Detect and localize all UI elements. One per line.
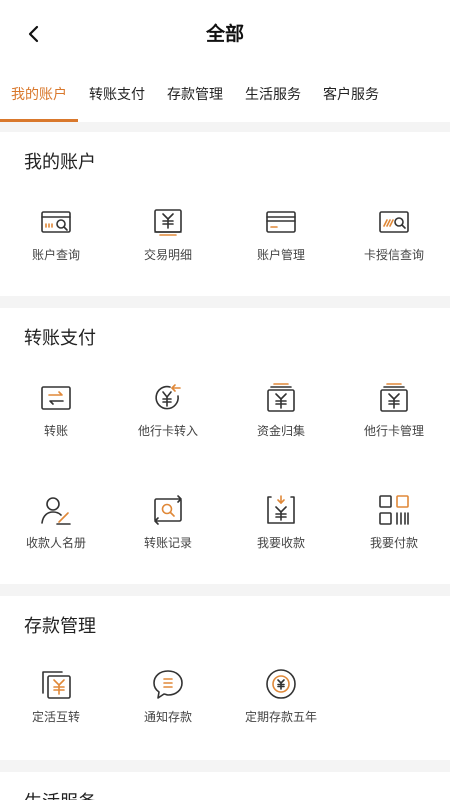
section-my-account: 我的账户 账户查询 交易明细 账户管理 卡授信查询 [0, 132, 450, 296]
five-year-deposit-icon [266, 669, 296, 699]
notice-deposit-icon [153, 670, 183, 699]
grid-item-transfer[interactable]: 转账 [0, 382, 112, 462]
grid-item-label: 他行卡转入 [137, 424, 198, 438]
section-deposit: 存款管理 定活互转 通知存款 定期存款五年 [0, 596, 450, 760]
payee-list-icon [41, 497, 71, 525]
page-title: 全部 [205, 23, 244, 45]
grid-item-fixed-current-switch[interactable]: 定活互转 [0, 668, 112, 748]
grid-item-notice-deposit[interactable]: 通知存款 [112, 668, 224, 748]
grid-item-label: 账户管理 [256, 248, 305, 262]
account-manage-icon [266, 211, 296, 233]
section-title: 存款管理 [24, 616, 96, 637]
grid-item-label: 我要收款 [256, 536, 305, 550]
grid-item-receive-money[interactable]: 我要收款 [225, 494, 337, 574]
grid-item-label: 我要付款 [369, 536, 418, 550]
grid-item-five-year-deposit[interactable]: 定期存款五年 [225, 668, 337, 748]
grid-item-label: 收款人名册 [25, 536, 86, 550]
section-transfer: 转账支付 转账 他行卡转入 资金归集 他行卡管理 收款人名册 转账记录 我要收款… [0, 308, 450, 584]
grid-item-label: 定期存款五年 [244, 710, 317, 724]
grid-item-label: 资金归集 [256, 424, 305, 438]
grid-item-card-credit-query[interactable]: 卡授信查询 [338, 206, 450, 286]
grid-item-label: 定活互转 [31, 710, 80, 724]
grid-item-account-query[interactable]: 账户查询 [0, 206, 112, 286]
top-bar: 全部 [0, 0, 450, 66]
fixed-current-switch-icon [42, 671, 71, 699]
card-credit-query-icon [379, 211, 409, 233]
section-life-service: 生活服务 [0, 772, 450, 800]
other-bank-card-manage-icon [380, 383, 408, 412]
grid-item-label: 转账记录 [143, 536, 192, 550]
grid-item-transaction-detail[interactable]: 交易明细 [112, 206, 224, 286]
tab-deposit[interactable]: 存款管理 [156, 66, 234, 122]
section-title: 生活服务 [24, 788, 96, 800]
grid-item-other-bank-card-manage[interactable]: 他行卡管理 [338, 382, 450, 462]
grid-item-account-manage[interactable]: 账户管理 [225, 206, 337, 286]
grid-item-payee-list[interactable]: 收款人名册 [0, 494, 112, 574]
tab-customer-service[interactable]: 客户服务 [312, 66, 390, 122]
account-query-icon [41, 211, 71, 233]
grid-item-label: 交易明细 [143, 248, 192, 262]
fund-collection-icon [267, 383, 295, 412]
transfer-record-icon [154, 495, 182, 525]
grid-item-other-bank-transfer-in[interactable]: 他行卡转入 [112, 382, 224, 462]
section-title: 转账支付 [24, 328, 96, 349]
category-tabs: 我的账户 转账支付 存款管理 生活服务 客户服务 [0, 66, 450, 122]
tab-my-account[interactable]: 我的账户 [0, 66, 78, 122]
grid-item-pay-qr[interactable]: 我要付款 [338, 494, 450, 574]
transaction-detail-icon [154, 209, 182, 236]
grid-item-label: 通知存款 [143, 710, 192, 724]
grid-item-label: 账户查询 [31, 248, 80, 262]
transfer-icon [41, 386, 71, 410]
grid-item-label: 他行卡管理 [363, 424, 424, 438]
tab-life-service[interactable]: 生活服务 [234, 66, 312, 122]
grid-item-transfer-record[interactable]: 转账记录 [112, 494, 224, 574]
other-bank-transfer-in-icon [155, 384, 181, 410]
section-title: 我的账户 [24, 152, 96, 173]
receive-money-icon [267, 495, 295, 524]
tab-transfer[interactable]: 转账支付 [78, 66, 156, 122]
grid-item-label: 转账 [43, 424, 68, 438]
grid-item-label: 卡授信查询 [363, 248, 424, 262]
grid-item-fund-collection[interactable]: 资金归集 [225, 382, 337, 462]
pay-qr-icon [379, 495, 409, 525]
